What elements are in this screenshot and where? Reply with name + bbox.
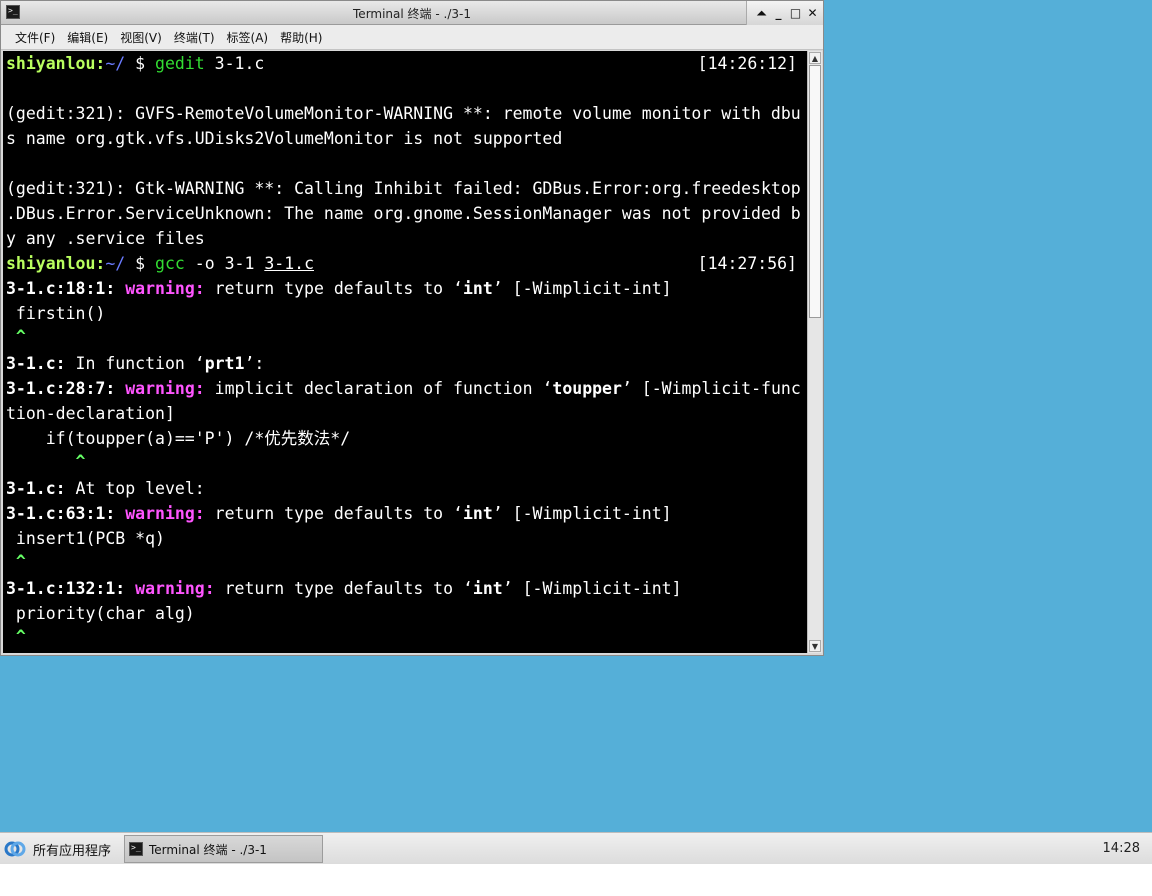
function-name: prt1 [204, 354, 245, 373]
warning-text: return type defaults to ‘ [204, 504, 463, 523]
output-line: (gedit:321): Gtk-WARNING **: Calling Inh… [6, 179, 801, 198]
prompt-path: ~/ [105, 254, 126, 273]
minimize-button[interactable]: _ [770, 4, 787, 22]
code-line: priority(char alg) [6, 604, 195, 623]
caret-line: ^ [6, 452, 86, 471]
warning-flag: ’ [-Wimplicit-func [621, 379, 801, 398]
output-line: 3-1.c:132:1: warning: return type defaul… [6, 576, 682, 601]
applications-menu-label: 所有应用程序 [33, 843, 112, 859]
file-label: 3-1.c: [6, 479, 66, 498]
output-line: y any .service files [6, 229, 205, 248]
taskbar-window-terminal[interactable]: >_ Terminal 终端 - ./3-1 [124, 835, 323, 863]
warning-flag: ’ [-Wimplicit-int] [492, 279, 672, 298]
caret-line: ^ [6, 552, 26, 571]
warning-label: warning: [125, 504, 205, 523]
prompt-timestamp: [14:26:12] [697, 54, 797, 73]
warning-location: 3-1.c:63:1: [6, 504, 116, 523]
title-bar[interactable]: >_ Terminal 终端 - ./3-1 ⏶ _ □ ✕ [1, 1, 823, 25]
menu-tabs[interactable]: 标签(A) [221, 29, 275, 46]
command-program: gcc [155, 254, 185, 273]
clock[interactable]: 14:28 [1103, 841, 1140, 856]
output-text: In function ‘ [65, 354, 205, 373]
output-line: 3-1.c:18:1: warning: return type default… [6, 276, 672, 301]
warning-keyword: int [462, 504, 493, 523]
output-line: 3-1.c: In function ‘prt1’: [6, 351, 264, 376]
warning-label: warning: [135, 579, 215, 598]
output-text: At top level: [65, 479, 205, 498]
taskbar: 所有应用程序 >_ Terminal 终端 - ./3-1 14:28 [0, 832, 1152, 896]
menu-view[interactable]: 视图(V) [114, 29, 168, 46]
warning-text: return type defaults to ‘ [204, 279, 463, 298]
menu-edit[interactable]: 编辑(E) [61, 29, 114, 46]
command-args: 3-1.c [204, 54, 265, 73]
menu-file[interactable]: 文件(F) [9, 29, 61, 46]
command-file: 3-1.c [264, 254, 314, 273]
output-line: 3-1.c:28:7: warning: implicit declaratio… [6, 376, 801, 401]
output-line: (gedit:321): GVFS-RemoteVolumeMonitor-WA… [6, 104, 801, 123]
caret-line: ^ [6, 327, 26, 346]
scroll-down-arrow-icon[interactable]: ▼ [809, 640, 821, 652]
shade-button[interactable]: ⏶ [753, 4, 770, 22]
warning-text: return type defaults to ‘ [214, 579, 473, 598]
warning-flag: ’ [-Wimplicit-int] [502, 579, 682, 598]
output-line: 3-1.c:63:1: warning: return type default… [6, 501, 672, 526]
menu-terminal[interactable]: 终端(T) [168, 29, 221, 46]
vertical-scrollbar[interactable]: ▲ ▼ [807, 51, 822, 653]
prompt-separator: : [95, 54, 106, 73]
prompt-user: shiyanlou [6, 54, 96, 73]
taskbar-panel: 所有应用程序 >_ Terminal 终端 - ./3-1 14:28 [0, 832, 1152, 864]
prompt-dollar: $ [125, 54, 156, 73]
taskbar-window-label: Terminal 终端 - ./3-1 [149, 842, 267, 857]
caret-line: ^ [6, 627, 26, 646]
output-line: 3-1.c: At top level: [6, 476, 205, 501]
prompt-dollar: $ [125, 254, 156, 273]
applications-menu-button[interactable]: 所有应用程序 [4, 836, 111, 862]
prompt-line: shiyanlou:~/ $ gcc -o 3-1 3-1.c [6, 251, 314, 276]
code-line: insert1(PCB *q) [6, 529, 165, 548]
output-line: .DBus.Error.ServiceUnknown: The name org… [6, 204, 801, 223]
warning-text: implicit declaration of function ‘ [204, 379, 553, 398]
warning-location: 3-1.c:132:1: [6, 579, 126, 598]
code-line: if(toupper(a)=='P') /*优先数法*/ [6, 429, 351, 448]
prompt-line: shiyanlou:~/ $ gedit 3-1.c [6, 51, 264, 76]
function-name: toupper [552, 379, 622, 398]
warning-label: warning: [125, 379, 205, 398]
file-label: 3-1.c: [6, 354, 66, 373]
menu-bar: 文件(F) 编辑(E) 视图(V) 终端(T) 标签(A) 帮助(H) [1, 25, 823, 50]
warning-location: 3-1.c:28:7: [6, 379, 116, 398]
maximize-button[interactable]: □ [787, 4, 804, 22]
terminal-icon: >_ [129, 842, 143, 856]
prompt-user: shiyanlou [6, 254, 96, 273]
terminal-window[interactable]: >_ Terminal 终端 - ./3-1 ⏶ _ □ ✕ 文件(F) 编辑(… [0, 0, 824, 656]
warning-label: warning: [125, 279, 205, 298]
command-args: -o 3-1 [184, 254, 265, 273]
applications-menu-icon [4, 840, 26, 858]
close-button[interactable]: ✕ [804, 4, 821, 22]
code-line: firstin() [6, 304, 106, 323]
warning-keyword: int [462, 279, 493, 298]
output-text: ’: [244, 354, 265, 373]
scrollbar-thumb[interactable] [809, 65, 821, 318]
window-title: Terminal 终端 - ./3-1 [353, 7, 471, 21]
prompt-separator: : [95, 254, 106, 273]
warning-keyword: int [472, 579, 503, 598]
prompt-timestamp: [14:27:56] [697, 254, 797, 273]
prompt-path: ~/ [105, 54, 126, 73]
output-line: s name org.gtk.vfs.UDisks2VolumeMonitor … [6, 129, 563, 148]
terminal-output[interactable]: shiyanlou:~/ $ gedit 3-1.c [14:26:12] (g… [3, 51, 807, 653]
command-program: gedit [155, 54, 205, 73]
menu-help[interactable]: 帮助(H) [274, 29, 328, 46]
warning-location: 3-1.c:18:1: [6, 279, 116, 298]
warning-flag: ’ [-Wimplicit-int] [492, 504, 672, 523]
output-line: tion-declaration] [6, 404, 175, 423]
window-controls: ⏶ _ □ ✕ [746, 1, 823, 25]
scroll-up-arrow-icon[interactable]: ▲ [809, 52, 821, 64]
